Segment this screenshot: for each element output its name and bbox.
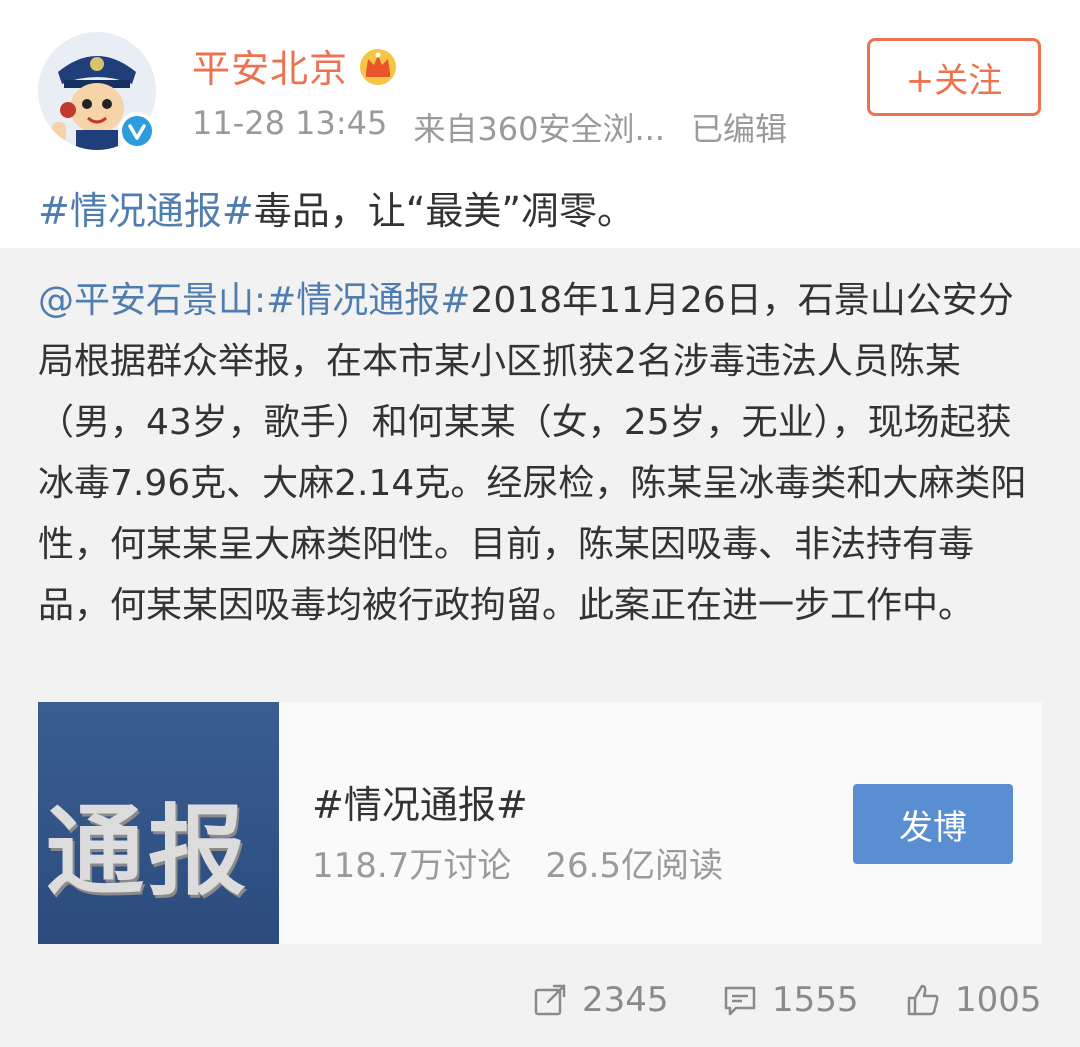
repost-icon	[534, 984, 566, 1016]
post-to-topic-button[interactable]: 发博	[853, 784, 1013, 864]
post-source: 来自360安全浏...	[413, 110, 665, 148]
topic-thumbnail-text: 通报	[46, 795, 251, 909]
comment-icon	[724, 986, 756, 1016]
post-edited-label[interactable]: 已编辑	[691, 104, 787, 150]
like-button[interactable]: 1005	[905, 970, 1042, 1030]
topic-read-count: 26.5亿阅读	[545, 846, 724, 886]
follow-button[interactable]: +关注	[867, 38, 1041, 116]
user-name[interactable]: 平安北京	[192, 38, 348, 93]
like-count: 1005	[955, 980, 1042, 1020]
post-meta: 11-28 13:45 来自360安全浏... 已编辑	[192, 104, 787, 150]
repost-body-text: 2018年11月26日，石景山公安分局根据群众举报，在本市某小区抓获2名涉毒违法…	[38, 280, 1027, 626]
topic-card[interactable]: 通报 #情况通报# 118.7万讨论 26.5亿阅读 发博	[38, 702, 1042, 944]
post-body-text: 毒品，让“最美”凋零。	[253, 189, 636, 233]
comment-count: 1555	[772, 980, 859, 1020]
repost-content: @平安石景山:#情况通报#2018年11月26日，石景山公安分局根据群众举报，在…	[38, 270, 1042, 636]
topic-title[interactable]: #情况通报#	[312, 774, 528, 829]
topic-thumbnail: 通报	[38, 702, 279, 944]
crown-vip-icon	[360, 49, 397, 85]
topic-discussion-count: 118.7万讨论	[312, 846, 512, 886]
post-topic-link[interactable]: #情况通报#	[38, 189, 254, 233]
thumbs-up-icon	[907, 984, 939, 1016]
user-name-row: 平安北京	[192, 38, 400, 93]
post-content: #情况通报#毒品，让“最美”凋零。	[38, 180, 635, 235]
repost-block[interactable]: @平安石景山:#情况通报#2018年11月26日，石景山公安分局根据群众举报，在…	[0, 248, 1080, 1047]
action-bar: 2345 1555 1005	[0, 970, 1080, 1030]
repost-button[interactable]: 2345	[532, 970, 669, 1030]
repost-mention-link[interactable]: @平安石景山:	[38, 280, 266, 321]
topic-stats: 118.7万讨论 26.5亿阅读	[312, 838, 723, 887]
repost-topic-link[interactable]: #情况通报#	[266, 280, 470, 321]
post-timestamp: 11-28 13:45	[192, 104, 388, 142]
repost-count: 2345	[582, 980, 669, 1020]
post-header: 平安北京 11-28 13:45 来自360安全浏... 已编辑 +关注	[0, 0, 1080, 160]
verified-badge-icon	[118, 112, 156, 150]
comment-button[interactable]: 1555	[722, 970, 859, 1030]
